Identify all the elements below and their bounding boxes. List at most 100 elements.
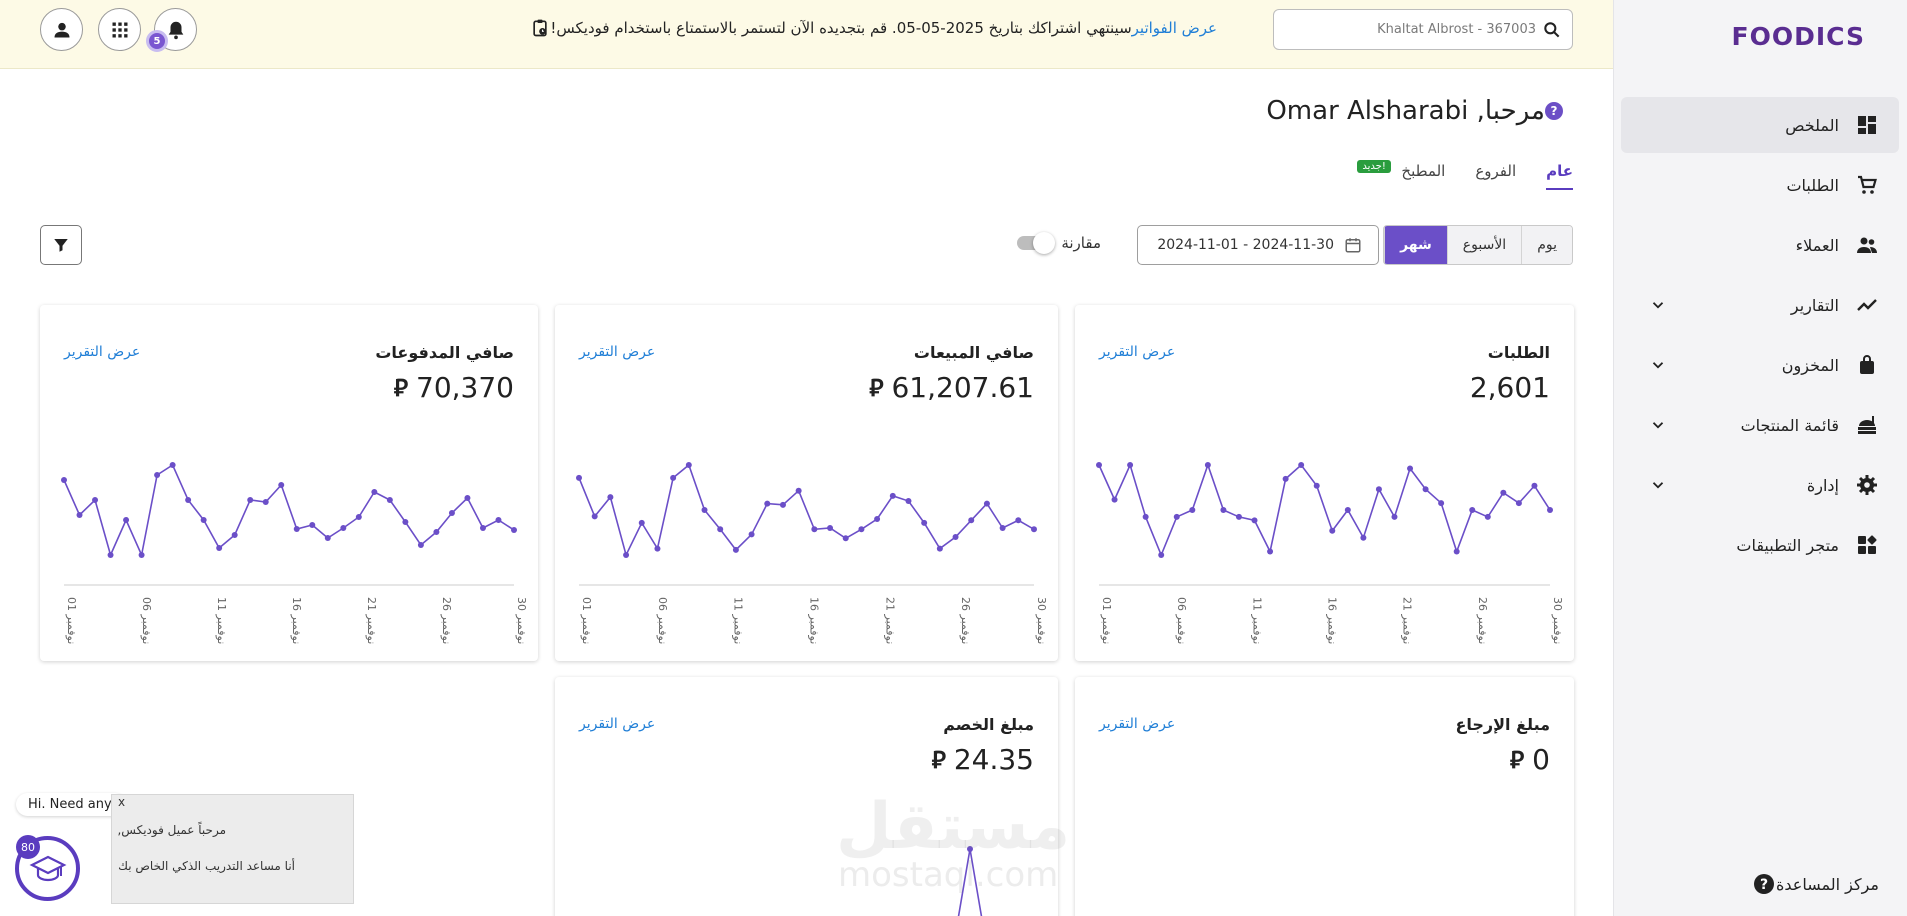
branch-search[interactable]: Khaltat Albrost - 367003	[1273, 9, 1573, 50]
view-report-link[interactable]: عرض التقرير	[579, 716, 655, 732]
filter-button[interactable]	[40, 225, 82, 265]
data-point[interactable]	[576, 474, 582, 481]
data-point[interactable]	[324, 535, 331, 541]
data-point[interactable]	[1515, 500, 1522, 507]
data-point[interactable]	[92, 497, 99, 503]
help-question-icon[interactable]: ?	[1545, 102, 1563, 120]
data-point[interactable]	[1484, 513, 1491, 520]
data-point[interactable]	[402, 519, 409, 525]
data-point[interactable]	[1375, 486, 1382, 493]
data-point[interactable]	[511, 527, 517, 533]
data-point[interactable]	[1500, 489, 1507, 496]
data-point[interactable]	[685, 462, 692, 468]
data-point[interactable]	[1127, 462, 1134, 468]
data-point[interactable]	[999, 525, 1006, 531]
data-point[interactable]	[1360, 534, 1367, 541]
data-point[interactable]	[921, 519, 928, 526]
data-point[interactable]	[905, 498, 912, 504]
data-point[interactable]	[638, 519, 645, 526]
apps-grid-button[interactable]	[98, 8, 141, 51]
data-point[interactable]	[1469, 507, 1476, 513]
sidebar-item-1[interactable]: الطلبات	[1621, 157, 1899, 213]
data-point[interactable]	[1158, 552, 1165, 558]
data-point[interactable]	[1531, 482, 1538, 489]
data-point[interactable]	[1142, 513, 1149, 520]
data-point[interactable]	[623, 552, 630, 558]
data-point[interactable]	[732, 546, 739, 553]
data-point[interactable]	[216, 545, 223, 551]
data-point[interactable]	[262, 499, 269, 505]
data-point[interactable]	[464, 495, 471, 501]
data-point[interactable]	[154, 472, 161, 478]
data-point[interactable]	[185, 497, 192, 503]
data-point[interactable]	[795, 487, 802, 494]
data-point[interactable]	[936, 545, 943, 552]
chevron-down-icon[interactable]	[1649, 416, 1667, 434]
period-day-button[interactable]: يوم	[1521, 226, 1572, 264]
data-point[interactable]	[1015, 517, 1022, 524]
data-point[interactable]	[1547, 507, 1553, 513]
data-point[interactable]	[811, 526, 818, 533]
data-point[interactable]	[968, 517, 975, 524]
data-point[interactable]	[448, 510, 455, 516]
data-point[interactable]	[107, 552, 114, 558]
data-point[interactable]	[1173, 513, 1180, 520]
view-report-link[interactable]: عرض التقرير	[64, 344, 140, 360]
data-point[interactable]	[123, 517, 130, 523]
data-point[interactable]	[355, 514, 362, 520]
data-point[interactable]	[1391, 513, 1398, 520]
data-point[interactable]	[371, 489, 378, 495]
data-point[interactable]	[1313, 482, 1320, 489]
chevron-down-icon[interactable]	[1649, 476, 1667, 494]
data-point[interactable]	[779, 501, 786, 508]
data-point[interactable]	[386, 497, 393, 503]
data-point[interactable]	[1031, 526, 1037, 533]
data-point[interactable]	[340, 525, 347, 531]
data-point[interactable]	[138, 552, 145, 558]
tab-kitchen[interactable]: المطبخ جديد!	[1357, 160, 1445, 190]
sidebar-item-2[interactable]: العملاء	[1621, 217, 1899, 273]
data-point[interactable]	[1453, 548, 1460, 555]
sidebar-item-0[interactable]: الملخص	[1621, 97, 1899, 153]
sidebar-item-7[interactable]: متجر التطبيقات	[1621, 517, 1899, 573]
data-point[interactable]	[717, 526, 724, 533]
data-point[interactable]	[293, 526, 300, 532]
account-button[interactable]	[40, 8, 83, 51]
data-point[interactable]	[858, 526, 865, 533]
data-point[interactable]	[1189, 507, 1196, 513]
chevron-down-icon[interactable]	[1649, 356, 1667, 374]
view-report-link[interactable]: عرض التقرير	[579, 344, 655, 360]
data-point[interactable]	[1267, 548, 1274, 555]
data-point[interactable]	[591, 513, 598, 520]
data-point[interactable]	[61, 477, 67, 483]
data-point[interactable]	[764, 500, 771, 507]
data-point[interactable]	[495, 517, 502, 523]
sidebar-item-3[interactable]: التقارير	[1621, 277, 1899, 333]
data-point[interactable]	[1220, 507, 1227, 513]
data-point[interactable]	[1407, 465, 1414, 472]
help-center-link[interactable]: ? مركز المساعدة	[1736, 872, 1879, 896]
chevron-down-icon[interactable]	[1649, 296, 1667, 314]
data-point[interactable]	[1251, 517, 1258, 524]
date-range-picker[interactable]: 2024-11-01 - 2024-11-30	[1137, 225, 1379, 265]
data-point[interactable]	[1204, 462, 1211, 468]
sidebar-item-4[interactable]: المخزون	[1621, 337, 1899, 393]
sidebar-item-5[interactable]: قائمة المنتجات	[1621, 397, 1899, 453]
chat-close-button[interactable]: x	[118, 795, 125, 809]
data-point[interactable]	[1298, 462, 1305, 468]
view-invoices-link[interactable]: عرض الفواتير	[1132, 19, 1217, 37]
data-point[interactable]	[1329, 527, 1336, 534]
data-point[interactable]	[889, 492, 896, 499]
data-point[interactable]	[1111, 496, 1118, 503]
data-point[interactable]	[654, 545, 661, 552]
data-point[interactable]	[701, 507, 708, 513]
data-point[interactable]	[169, 462, 176, 468]
data-point[interactable]	[479, 525, 486, 531]
data-point[interactable]	[76, 512, 83, 518]
data-point[interactable]	[842, 535, 849, 542]
data-point[interactable]	[748, 531, 755, 538]
data-point[interactable]	[1282, 475, 1289, 482]
data-point[interactable]	[827, 525, 834, 531]
view-report-link[interactable]: عرض التقرير	[1099, 344, 1175, 360]
data-point[interactable]	[278, 482, 285, 488]
